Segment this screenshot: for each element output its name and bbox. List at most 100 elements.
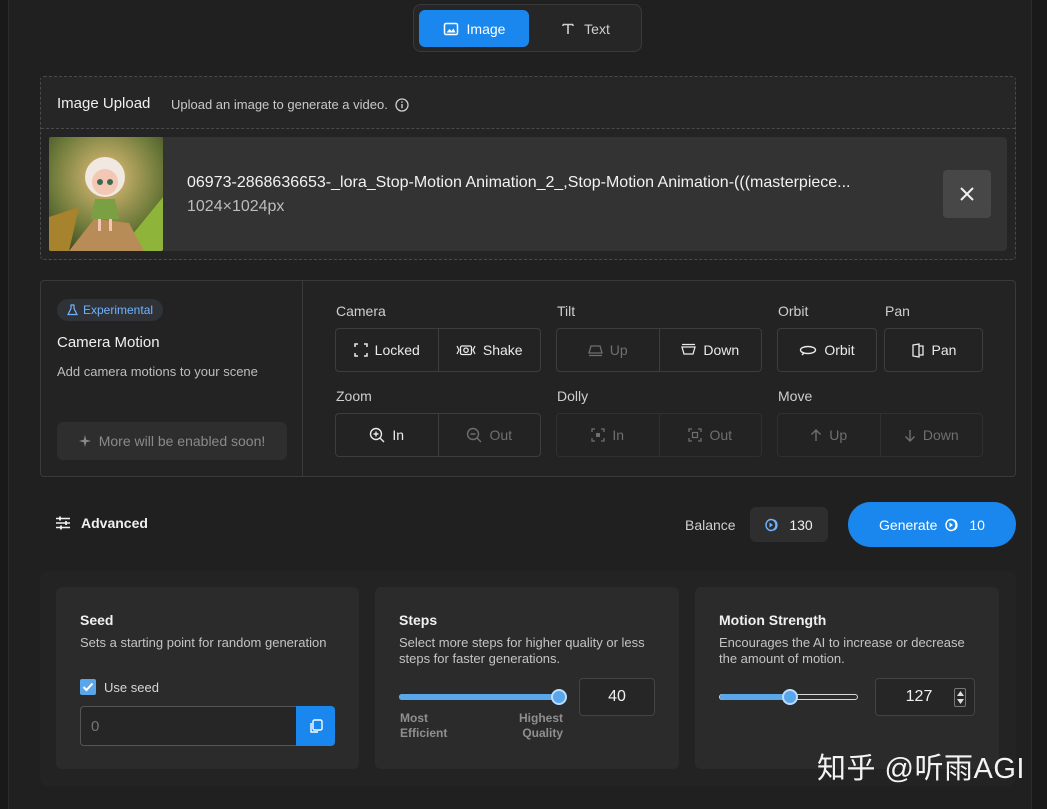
balance-label: Balance [685, 517, 736, 533]
generate-cost: 10 [969, 516, 985, 533]
motion-strength-card: Motion Strength Encourages the AI to inc… [695, 587, 999, 769]
camera-motion-info: Experimental Camera Motion Add camera mo… [41, 281, 303, 476]
tilt-down-icon [681, 343, 697, 355]
arrow-up-icon [811, 428, 822, 441]
tilt-up-label: Up [609, 342, 628, 358]
upload-header: Image Upload Upload an image to generate… [41, 77, 1015, 129]
steps-slider-handle[interactable] [551, 689, 567, 705]
dolly-out-icon [688, 428, 703, 442]
dolly-in-label: In [612, 427, 625, 443]
camera-options: Locked Shake [335, 328, 541, 372]
credits-icon [765, 518, 778, 531]
motion-strength-slider[interactable] [719, 689, 858, 705]
info-icon[interactable] [395, 97, 409, 112]
seed-input[interactable] [81, 707, 296, 745]
copy-icon [309, 718, 323, 733]
move-down-button[interactable]: Down [879, 414, 983, 456]
camera-motion-title: Camera Motion [57, 334, 160, 351]
balance-value: 130 [789, 516, 813, 533]
image-upload-panel[interactable]: Image Upload Upload an image to generate… [40, 76, 1016, 260]
motion-strength-value: 127 [905, 688, 933, 705]
camera-shake-label: Shake [482, 342, 523, 358]
credits-icon [945, 518, 958, 531]
steps-title: Steps [399, 612, 438, 628]
stepper-down-icon[interactable] [956, 698, 964, 704]
move-down-label: Down [922, 427, 959, 443]
steps-description: Select more steps for higher quality or … [399, 635, 645, 666]
camera-motion-description: Add camera motions to your scene [57, 364, 258, 379]
seed-description: Sets a starting point for random generat… [80, 635, 327, 650]
remove-image-button[interactable] [943, 170, 991, 218]
motion-strength-slider-fill [720, 694, 790, 700]
tilt-up-button[interactable]: Up [557, 329, 659, 371]
zoom-out-button[interactable]: Out [437, 414, 541, 456]
move-group-label: Move [778, 388, 813, 404]
camera-locked-button[interactable]: Locked [336, 329, 438, 371]
pan-group-label: Pan [885, 303, 910, 319]
seed-input-wrap [80, 706, 296, 746]
upload-subtitle-text: Upload an image to generate a video. [171, 97, 388, 112]
image-mode-button[interactable]: Image [419, 10, 529, 47]
tilt-down-button[interactable]: Down [658, 329, 762, 371]
pan-button[interactable]: Pan [884, 328, 983, 372]
watermark: 知乎 @听雨AGI [817, 753, 1025, 785]
camera-motion-panel: Experimental Camera Motion Add camera mo… [40, 280, 1016, 477]
seed-title: Seed [80, 612, 114, 628]
more-soon-label: More will be enabled soon! [98, 433, 266, 449]
text-mode-button[interactable]: Text [532, 10, 638, 47]
tilt-options: Up Down [556, 328, 762, 372]
copy-seed-button[interactable] [296, 706, 335, 746]
generate-button[interactable]: Generate 10 [848, 502, 1016, 547]
dolly-options: In Out [556, 413, 762, 457]
move-options: Up Down [777, 413, 983, 457]
steps-max-caption: Highest Quality [518, 711, 563, 740]
dolly-in-icon [591, 428, 606, 442]
use-seed-checkbox[interactable]: Use seed [80, 679, 159, 695]
sparkle-icon [78, 435, 91, 447]
tilt-group-label: Tilt [557, 303, 576, 319]
dolly-out-button[interactable]: Out [658, 414, 762, 456]
zoom-out-label: Out [489, 427, 513, 443]
steps-value-field[interactable]: 40 [579, 678, 655, 716]
motion-strength-stepper[interactable] [954, 688, 966, 707]
pan-icon [911, 342, 924, 358]
dolly-group-label: Dolly [557, 388, 589, 404]
camera-shake-button[interactable]: Shake [437, 329, 541, 371]
text-icon [562, 23, 574, 34]
upload-subtitle: Upload an image to generate a video. [171, 97, 409, 112]
pan-label: Pan [931, 342, 957, 358]
orbit-button[interactable]: Orbit [777, 328, 877, 372]
orbit-label: Orbit [824, 342, 855, 358]
zoom-group-label: Zoom [336, 388, 372, 404]
experimental-badge: Experimental [57, 299, 164, 321]
file-size: 1024×1024px [187, 198, 285, 215]
orbit-icon [800, 345, 817, 356]
camera-locked-label: Locked [374, 342, 420, 358]
advanced-toggle[interactable]: Advanced [55, 515, 148, 531]
motion-strength-title: Motion Strength [719, 612, 827, 628]
sliders-icon [56, 516, 70, 530]
image-mode-label: Image [466, 20, 506, 37]
tilt-down-label: Down [703, 342, 740, 358]
experimental-label: Experimental [83, 303, 154, 317]
steps-value: 40 [608, 688, 626, 705]
advanced-label: Advanced [81, 515, 148, 531]
stepper-up-icon[interactable] [956, 691, 964, 697]
close-icon [960, 187, 974, 201]
move-up-label: Up [829, 427, 848, 443]
dolly-in-button[interactable]: In [557, 414, 659, 456]
mode-toggle: Image Text [413, 4, 642, 52]
move-up-button[interactable]: Up [778, 414, 880, 456]
balance-pill: 130 [750, 507, 828, 542]
app-frame: Image Text Image Upload Upload an image … [8, 0, 1032, 809]
seed-card: Seed Sets a starting point for random ge… [56, 587, 359, 769]
generate-label: Generate [879, 516, 938, 533]
zoom-in-button[interactable]: In [336, 414, 438, 456]
locked-frame-icon [353, 343, 368, 357]
steps-slider[interactable] [399, 689, 567, 705]
motion-strength-value-field[interactable]: 127 [875, 678, 975, 716]
flask-icon [67, 304, 78, 316]
steps-min-caption: Most Efficient [400, 711, 448, 740]
use-seed-label: Use seed [104, 679, 159, 695]
motion-strength-slider-handle[interactable] [782, 689, 798, 705]
